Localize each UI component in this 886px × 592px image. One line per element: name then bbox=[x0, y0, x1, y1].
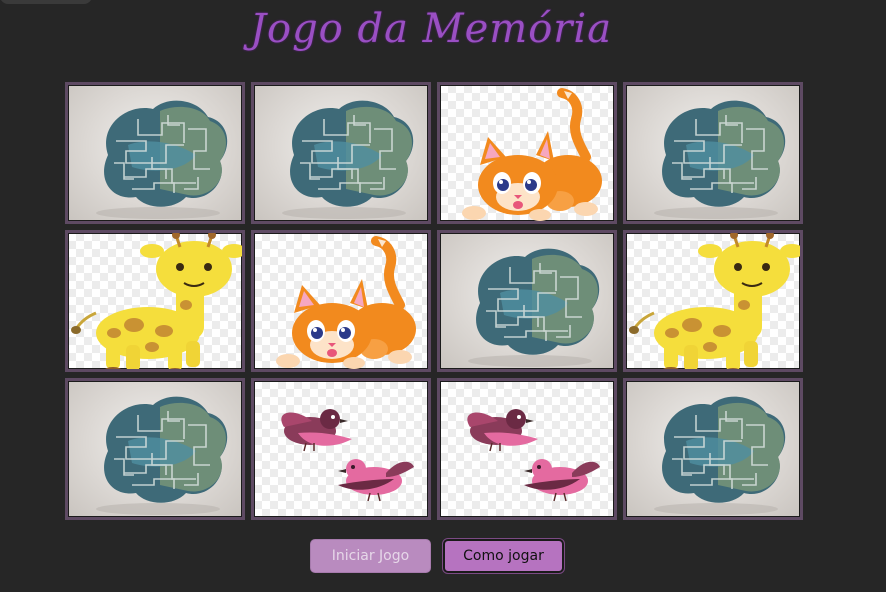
page-title: Jogo da Memória bbox=[0, 6, 886, 52]
birds-icon bbox=[281, 409, 414, 502]
memory-card[interactable] bbox=[437, 378, 617, 520]
kitten-icon bbox=[462, 88, 602, 221]
memory-card[interactable] bbox=[251, 230, 431, 372]
how-to-play-button[interactable]: Como jogar bbox=[443, 539, 564, 573]
giraffe-icon bbox=[71, 233, 242, 369]
memory-card[interactable] bbox=[65, 378, 245, 520]
memory-card[interactable] bbox=[65, 82, 245, 224]
brain-maze-icon bbox=[654, 100, 786, 219]
memory-card[interactable] bbox=[251, 82, 431, 224]
brain-maze-icon bbox=[468, 248, 600, 367]
brain-maze-icon bbox=[282, 100, 414, 219]
memory-card[interactable] bbox=[437, 82, 617, 224]
memory-card[interactable] bbox=[623, 82, 803, 224]
page-title-text: Jogo da Memória bbox=[249, 6, 613, 52]
memory-card[interactable] bbox=[623, 378, 803, 520]
memory-card[interactable] bbox=[251, 378, 431, 520]
start-game-button[interactable]: Iniciar Jogo bbox=[310, 539, 431, 573]
brain-maze-icon bbox=[96, 396, 228, 515]
game-board bbox=[65, 82, 809, 526]
birds-icon bbox=[467, 409, 600, 502]
kitten-icon bbox=[276, 236, 416, 369]
brain-maze-icon bbox=[96, 100, 228, 219]
memory-card[interactable] bbox=[437, 230, 617, 372]
giraffe-icon bbox=[629, 233, 800, 369]
brain-maze-icon bbox=[654, 396, 786, 515]
window-tab-remnant bbox=[0, 0, 92, 4]
memory-card[interactable] bbox=[65, 230, 245, 372]
memory-card[interactable] bbox=[623, 230, 803, 372]
controls: Iniciar Jogo Como jogar bbox=[0, 539, 886, 575]
